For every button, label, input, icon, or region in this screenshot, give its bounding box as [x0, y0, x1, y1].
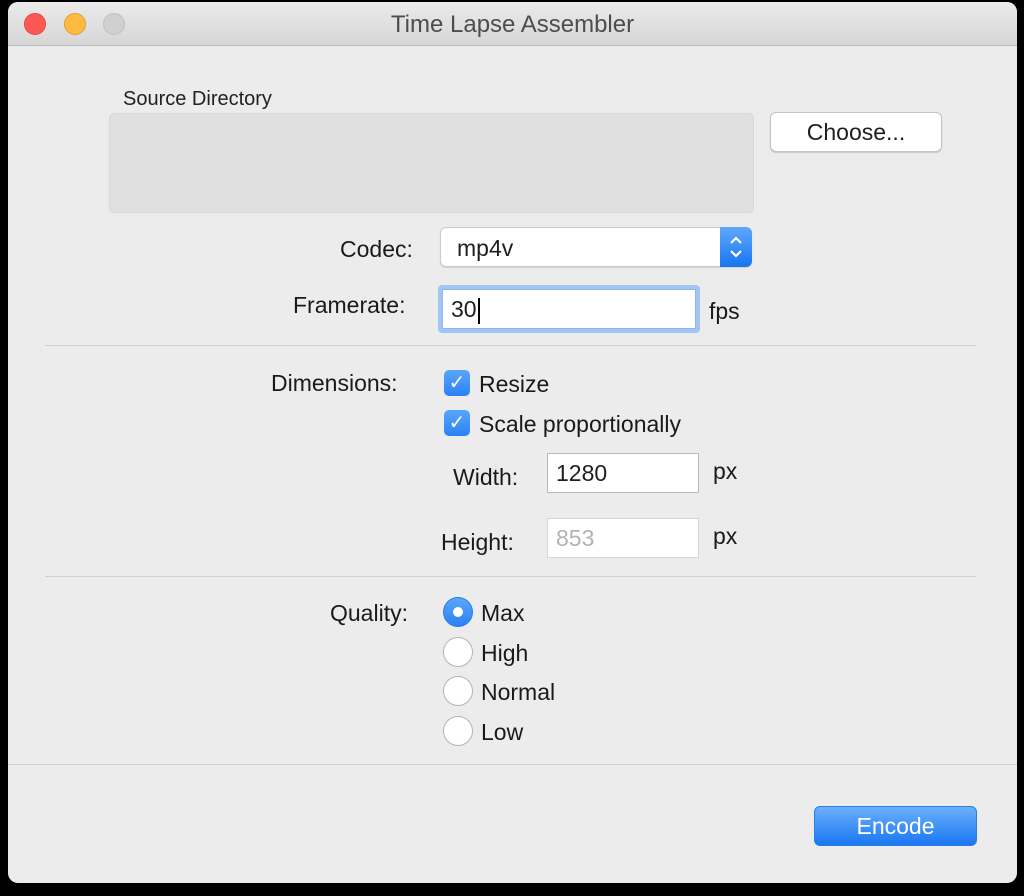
width-input[interactable]: 1280: [547, 453, 699, 493]
width-unit: px: [713, 458, 738, 484]
height-input: 853: [547, 518, 699, 558]
quality-radio-normal[interactable]: [443, 676, 473, 706]
dimensions-label: Dimensions:: [271, 370, 398, 396]
choose-button[interactable]: Choose...: [770, 112, 942, 152]
window-title: Time Lapse Assembler: [390, 11, 635, 38]
checkmark-icon: ✓: [448, 372, 466, 394]
separator: [8, 764, 1017, 765]
height-unit: px: [713, 523, 738, 549]
source-directory-drop-area[interactable]: [109, 113, 754, 213]
chevron-up-down-icon[interactable]: [720, 227, 752, 267]
framerate-label: Framerate:: [293, 292, 406, 318]
scale-proportionally-label[interactable]: Scale proportionally: [479, 411, 681, 438]
separator: [45, 345, 976, 346]
separator: [45, 576, 976, 577]
codec-select[interactable]: mp4v: [440, 227, 752, 267]
quality-option-max[interactable]: Max: [481, 600, 524, 627]
checkmark-icon: ✓: [448, 412, 466, 434]
width-label: Width:: [453, 464, 519, 490]
codec-label: Codec:: [340, 236, 413, 262]
framerate-value: 30: [451, 296, 477, 322]
title-bar: Time Lapse Assembler: [8, 2, 1017, 46]
codec-value: mp4v: [457, 235, 514, 261]
quality-option-normal[interactable]: Normal: [481, 679, 555, 706]
resize-checkbox[interactable]: ✓: [444, 370, 470, 396]
quality-option-high[interactable]: High: [481, 640, 528, 667]
height-label: Height:: [441, 529, 514, 555]
source-directory-label: Source Directory: [123, 88, 272, 110]
resize-label[interactable]: Resize: [479, 371, 549, 398]
quality-option-low[interactable]: Low: [481, 719, 523, 746]
framerate-input[interactable]: 30: [442, 289, 696, 329]
text-caret: [477, 297, 480, 324]
fps-unit: fps: [709, 298, 740, 324]
app-window: Time Lapse Assembler Source Directory Ch…: [8, 2, 1017, 883]
scale-proportionally-checkbox[interactable]: ✓: [444, 410, 470, 436]
quality-label: Quality:: [330, 600, 408, 626]
quality-radio-high[interactable]: [443, 637, 473, 667]
quality-radio-low[interactable]: [443, 716, 473, 746]
quality-radio-max[interactable]: [443, 597, 473, 627]
encode-button[interactable]: Encode: [814, 806, 977, 846]
